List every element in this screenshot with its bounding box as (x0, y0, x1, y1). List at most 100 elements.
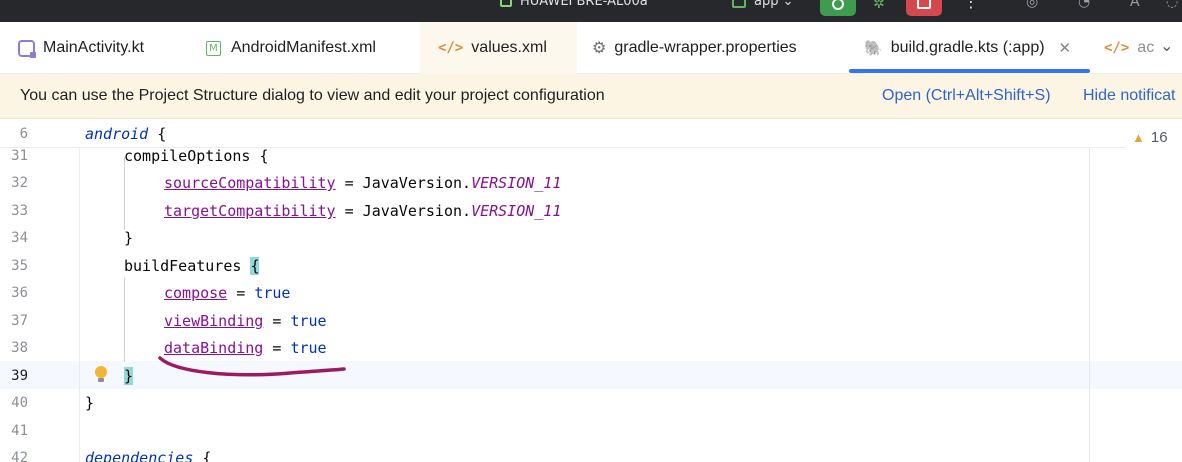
code-property: sourceCompatibility (164, 174, 336, 192)
line-number: 38 (11, 340, 28, 356)
line-number: 42 (11, 450, 28, 462)
stop-button[interactable] (906, 0, 942, 16)
copilot-icon[interactable]: ◎ (1026, 0, 1038, 10)
line-number: 33 (11, 203, 28, 219)
code-keyword: true (254, 284, 291, 302)
debug-icon[interactable]: ✲ (873, 0, 885, 12)
hide-notification-link[interactable]: Hide notificat (1083, 87, 1176, 105)
code-line: } (85, 394, 95, 412)
code-line: compileOptions { (124, 147, 269, 165)
chevron-down-icon: ⌄ (782, 0, 794, 9)
notifications-icon[interactable]: ◔ (1078, 0, 1090, 10)
line-number: 31 (11, 148, 28, 164)
run-config-selector[interactable]: app ⌄ (732, 0, 794, 9)
code-keyword: true (290, 312, 327, 330)
translate-icon[interactable]: A (1130, 0, 1140, 10)
stop-icon (917, 0, 931, 9)
device-icon (500, 0, 512, 7)
tab-label: ac (1137, 39, 1154, 56)
code-editor[interactable]: 6 android { 31 compileOptions { 32 sourc… (0, 120, 1182, 462)
xml-icon: </> (1104, 40, 1130, 56)
code-text: = (263, 312, 291, 330)
line-number: 40 (11, 395, 28, 411)
run-button[interactable] (820, 0, 856, 16)
code-line: viewBinding = true (164, 312, 327, 330)
profile-icon[interactable]: ◌ (1166, 0, 1178, 10)
xml-icon: </> (438, 40, 464, 56)
open-project-structure-link[interactable]: Open (Ctrl+Alt+Shift+S) (882, 87, 1051, 105)
gradle-elephant-icon: 🐘 (864, 40, 883, 57)
code-line: dependencies { (85, 449, 211, 462)
line-number: 35 (11, 258, 28, 274)
module-icon (732, 0, 746, 8)
code-constant: VERSION_11 (471, 174, 562, 192)
line-number: 6 (19, 126, 28, 142)
warning-count: 16 (1150, 129, 1168, 146)
code-text: = JavaVersion. (335, 174, 472, 192)
code-property: targetCompatibility (164, 202, 336, 220)
code-line: dataBinding = true (164, 339, 327, 357)
manifest-icon: M (206, 40, 221, 56)
tab-label: build.gradle.kts (:app) (890, 39, 1045, 56)
tab-android-manifest[interactable]: M AndroidManifest.xml (206, 22, 411, 74)
right-margin-guide (1089, 120, 1090, 462)
device-selector[interactable]: HUAWEI BRE-AL00a (500, 0, 648, 9)
code-line: buildFeatures { (124, 257, 260, 275)
line-number: 36 (11, 285, 28, 301)
code-line: } (124, 229, 134, 247)
code-line: } (124, 367, 134, 385)
active-tab-indicator (849, 69, 1090, 73)
inspection-widget[interactable]: ▲ 16 (1132, 129, 1168, 146)
code-line: compose = true (164, 284, 290, 302)
line-number: 37 (11, 313, 28, 329)
code-text: = (263, 339, 291, 357)
matched-brace: } (124, 367, 134, 385)
tab-label: gradle-wrapper.properties (614, 39, 797, 56)
properties-gear-icon: ⚙ (592, 40, 607, 57)
code-property: dataBinding (164, 339, 264, 357)
run-icon (832, 0, 844, 10)
line-number: 39 (11, 368, 28, 384)
lightbulb-icon[interactable] (94, 366, 108, 384)
tab-gradle-wrapper[interactable]: ⚙ gradle-wrapper.properties (592, 22, 832, 74)
close-icon[interactable]: ✕ (1059, 39, 1072, 57)
code-text: buildFeatures (124, 257, 251, 275)
main-toolbar: HUAWEI BRE-AL00a app ⌄ ✲ ⋮ ◎ ◔ A ◌ (0, 0, 1182, 22)
current-line-highlight (0, 361, 1182, 389)
gutter-divider (79, 120, 80, 462)
tab-label: MainActivity.kt (43, 39, 145, 56)
tab-values-xml[interactable]: </> values.xml (420, 22, 577, 74)
warning-icon: ▲ (1132, 130, 1145, 145)
chevron-down-icon[interactable]: ⌄ (1160, 36, 1173, 55)
project-structure-banner: You can use the Project Structure dialog… (0, 74, 1182, 119)
code-line: android { (85, 125, 166, 143)
more-actions-button[interactable]: ⋮ (963, 0, 980, 11)
matched-brace: { (250, 257, 260, 275)
code-line: sourceCompatibility = JavaVersion.VERSIO… (164, 174, 561, 192)
tab-main-activity[interactable]: MainActivity.kt (18, 22, 198, 74)
sticky-header-line[interactable]: 6 android { (0, 120, 1125, 148)
editor-tab-bar: MainActivity.kt M AndroidManifest.xml </… (0, 22, 1182, 74)
code-text: = (227, 284, 255, 302)
indent-guide (124, 157, 125, 230)
code-keyword: true (290, 339, 327, 357)
code-text: = JavaVersion. (335, 202, 472, 220)
code-text: { (148, 125, 167, 143)
code-keyword: android (85, 125, 149, 143)
line-number: 41 (11, 423, 28, 439)
device-label: HUAWEI BRE-AL00a (520, 0, 648, 9)
code-text: { (193, 449, 212, 462)
code-property: compose (164, 284, 228, 302)
tab-activity-xml[interactable]: </> ac (1104, 22, 1154, 74)
code-line: targetCompatibility = JavaVersion.VERSIO… (164, 202, 561, 220)
kotlin-file-icon (18, 39, 36, 58)
tab-label: AndroidManifest.xml (231, 39, 376, 56)
code-keyword: dependencies (85, 449, 194, 462)
code-property: viewBinding (164, 312, 264, 330)
run-config-label: app (754, 0, 779, 9)
code-constant: VERSION_11 (471, 202, 562, 220)
tab-label: values.xml (471, 39, 547, 56)
line-number: 34 (11, 230, 28, 246)
tab-build-gradle-app[interactable]: 🐘 build.gradle.kts (:app) ✕ (864, 22, 1090, 74)
indent-guide (124, 277, 125, 362)
